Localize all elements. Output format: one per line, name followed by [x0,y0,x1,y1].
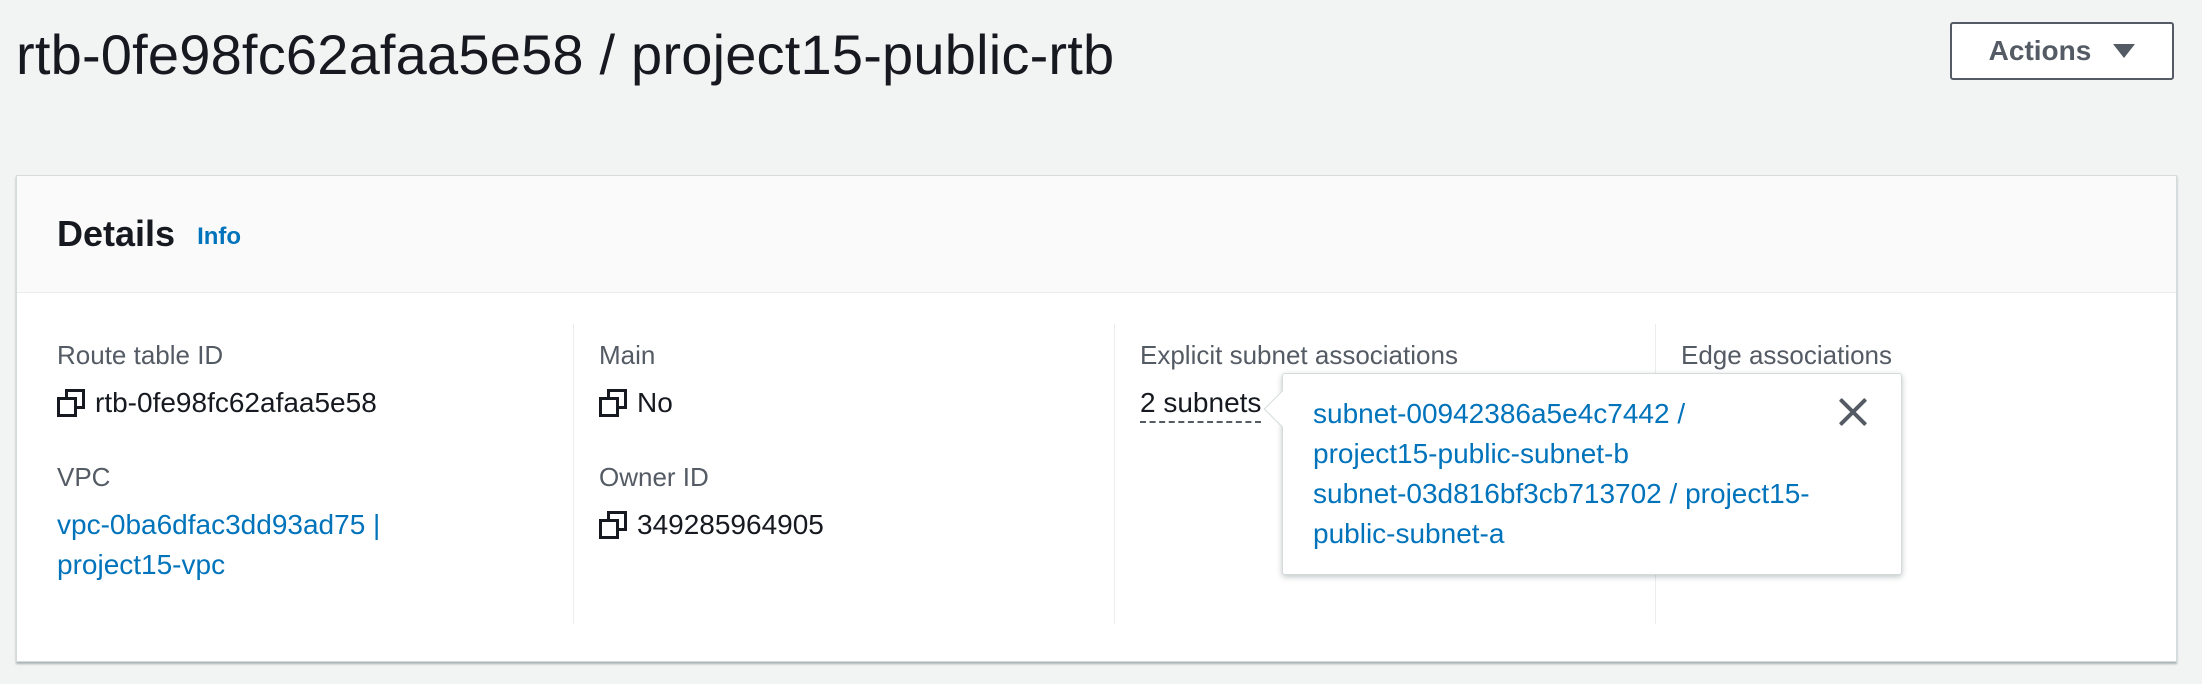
actions-label: Actions [1988,35,2092,66]
vpc-link-line2[interactable]: project15-vpc [57,545,557,585]
subnet-link[interactable]: subnet-00942386a5e4c7442 / project15-pub… [1313,394,1841,474]
page-header: rtb-0fe98fc62afaa5e58 / project15-public… [16,16,2178,96]
subnet-link-line2[interactable]: project15-public-subnet-b [1313,434,1841,474]
caret-down-icon [2113,44,2136,58]
subnets-popover: subnet-00942386a5e4c7442 / project15-pub… [1263,373,1902,575]
subnets-popover-trigger[interactable]: 2 subnets [1140,385,1262,423]
details-panel-header: Details Info [17,176,2176,293]
details-title: Details [57,213,176,254]
vpc-link[interactable]: vpc-0ba6dfac3dd93ad75 | project15-vpc [57,505,557,585]
subnet-link[interactable]: subnet-03d816bf3cb713702 / project15- pu… [1313,474,1841,554]
details-column-2: Main No Owner ID 349285964905 [599,324,1099,624]
owner-id-value: 349285964905 [599,507,1099,543]
copy-icon[interactable] [599,389,627,417]
subnet-link-line1[interactable]: subnet-03d816bf3cb713702 / project15- [1313,474,1841,514]
close-icon[interactable] [1837,396,1869,428]
owner-id-text: 349285964905 [637,509,824,540]
explicit-subnet-associations-label: Explicit subnet associations [1140,340,1458,370]
vpc-label: VPC [57,462,111,492]
edge-associations-label: Edge associations [1681,340,1893,370]
main-value: No [599,385,1099,421]
main-value-text: No [637,387,673,418]
route-table-id-value: rtb-0fe98fc62afaa5e58 [57,385,557,421]
copy-icon[interactable] [57,389,85,417]
copy-icon[interactable] [599,511,627,539]
main-label: Main [599,340,656,370]
route-table-id-text: rtb-0fe98fc62afaa5e58 [95,387,377,418]
details-column-1: Route table ID rtb-0fe98fc62afaa5e58 VPC… [57,324,557,624]
vpc-link-line1[interactable]: vpc-0ba6dfac3dd93ad75 | [57,505,557,545]
actions-button[interactable]: Actions [1950,22,2174,80]
subnet-link-line1[interactable]: subnet-00942386a5e4c7442 / [1313,394,1841,434]
route-table-id-label: Route table ID [57,340,224,370]
info-link[interactable]: Info [197,223,241,251]
page-title: rtb-0fe98fc62afaa5e58 / project15-public… [16,23,1115,86]
subnet-link-line2[interactable]: public-subnet-a [1313,514,1841,554]
owner-id-label: Owner ID [599,462,709,492]
